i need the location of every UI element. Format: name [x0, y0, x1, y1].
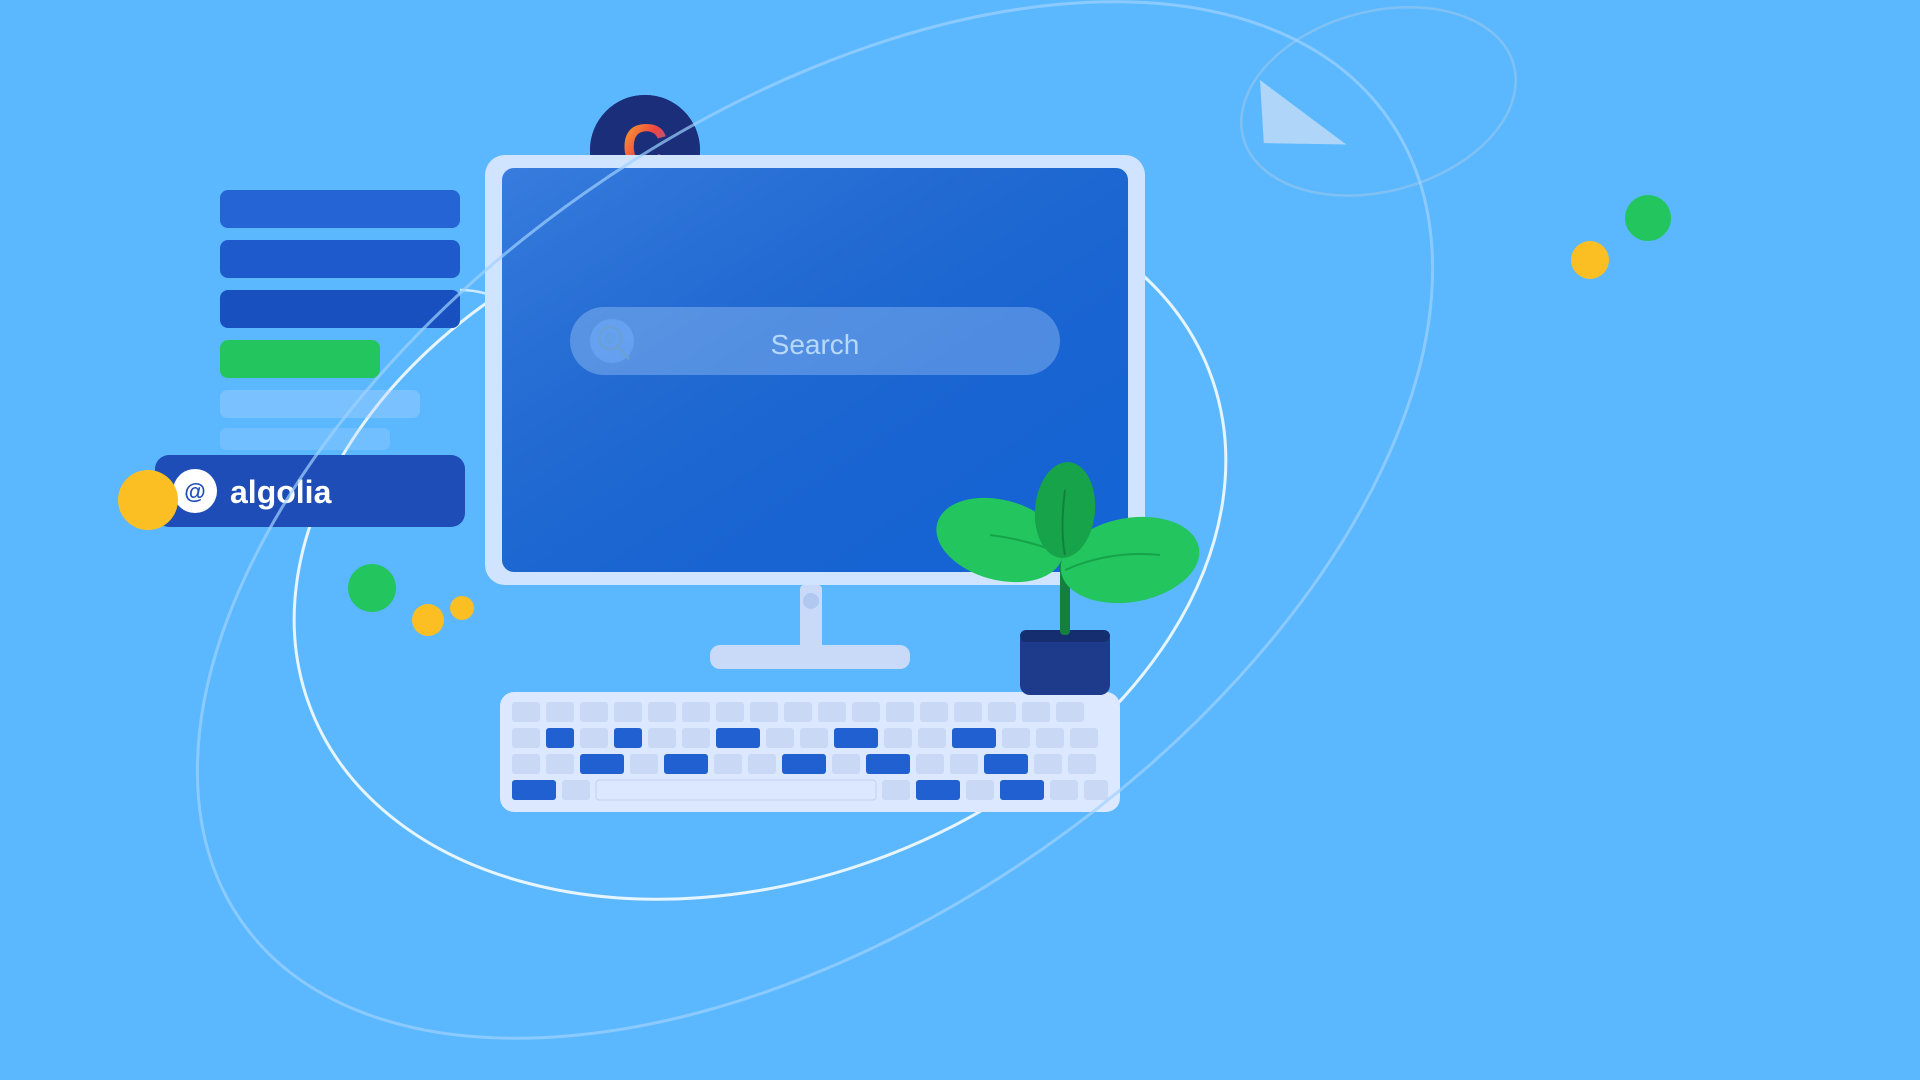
illustration-scene: @ algolia C [0, 0, 1920, 1080]
svg-text:@: @ [184, 479, 205, 504]
svg-text:Search: Search [771, 329, 860, 360]
svg-text:algolia: algolia [230, 474, 332, 510]
